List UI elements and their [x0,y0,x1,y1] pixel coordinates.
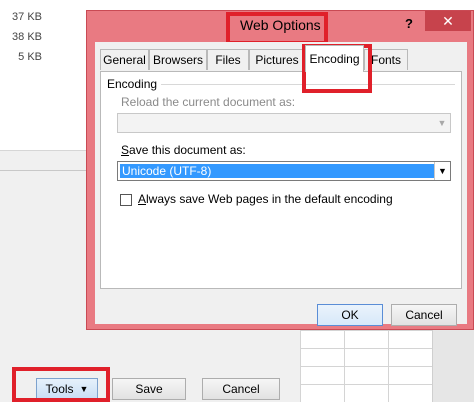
file-size: 5 KB [18,51,42,63]
tools-button[interactable]: Tools ▼ [36,378,98,400]
cancel-button[interactable]: Cancel [202,378,280,400]
save-as-label-text: ave this document as: [129,143,246,157]
file-size-column: 37 KB 38 KB 5 KB [0,0,86,130]
save-encoding-select[interactable]: Unicode (UTF-8) ▼ [117,161,451,181]
reload-label: Reload the current document as: [121,95,296,109]
save-button[interactable]: Save [112,378,186,400]
tools-button-label: Tools [45,382,74,396]
reload-encoding-select[interactable]: ▼ [117,113,451,133]
always-save-label[interactable]: Always save Web pages in the default enc… [138,192,393,206]
tab-pictures[interactable]: Pictures [249,49,305,70]
dialog-cancel-button[interactable]: Cancel [391,304,457,326]
dialog-titlebar[interactable]: Web Options ? ✕ [87,11,473,41]
dialog-title: Web Options [240,17,321,33]
save-select-value: Unicode (UTF-8) [120,164,434,178]
save-as-label: Save this document as: [121,143,246,157]
screenshot: 37 KB 38 KB 5 KB Tools ▼ Save Cancel Web… [0,0,474,402]
spreadsheet-grid [300,330,432,402]
group-divider [161,84,455,85]
chevron-down-icon: ▼ [437,118,447,128]
file-size: 37 KB [12,11,42,23]
tab-encoding[interactable]: Encoding [305,45,364,72]
tab-general[interactable]: General [100,49,149,70]
encoding-panel: Encoding Reload the current document as:… [100,71,462,289]
tab-fonts[interactable]: Fonts [364,49,408,70]
dialog-client-area: General Browsers Files Pictures Encoding… [95,42,467,326]
ok-button[interactable]: OK [317,304,383,326]
file-size: 38 KB [12,31,42,43]
accelerator-key: S [121,143,130,157]
chevron-down-icon: ▼ [434,162,450,180]
encoding-group-label: Encoding [107,77,158,91]
tab-files[interactable]: Files [207,49,249,70]
web-options-dialog: Web Options ? ✕ General Browsers Files P… [86,10,474,330]
scrollbar[interactable] [432,330,474,402]
close-icon[interactable]: ✕ [425,11,471,31]
tab-browsers[interactable]: Browsers [149,49,207,70]
help-icon[interactable]: ? [405,16,413,31]
caret-down-icon: ▼ [79,384,89,394]
file-list-bottom [0,130,86,150]
always-save-label-text: lways save Web pages in the default enco… [146,192,393,206]
always-save-default-checkbox[interactable] [120,194,132,206]
divider [0,170,86,171]
accelerator-key: A [138,192,147,206]
